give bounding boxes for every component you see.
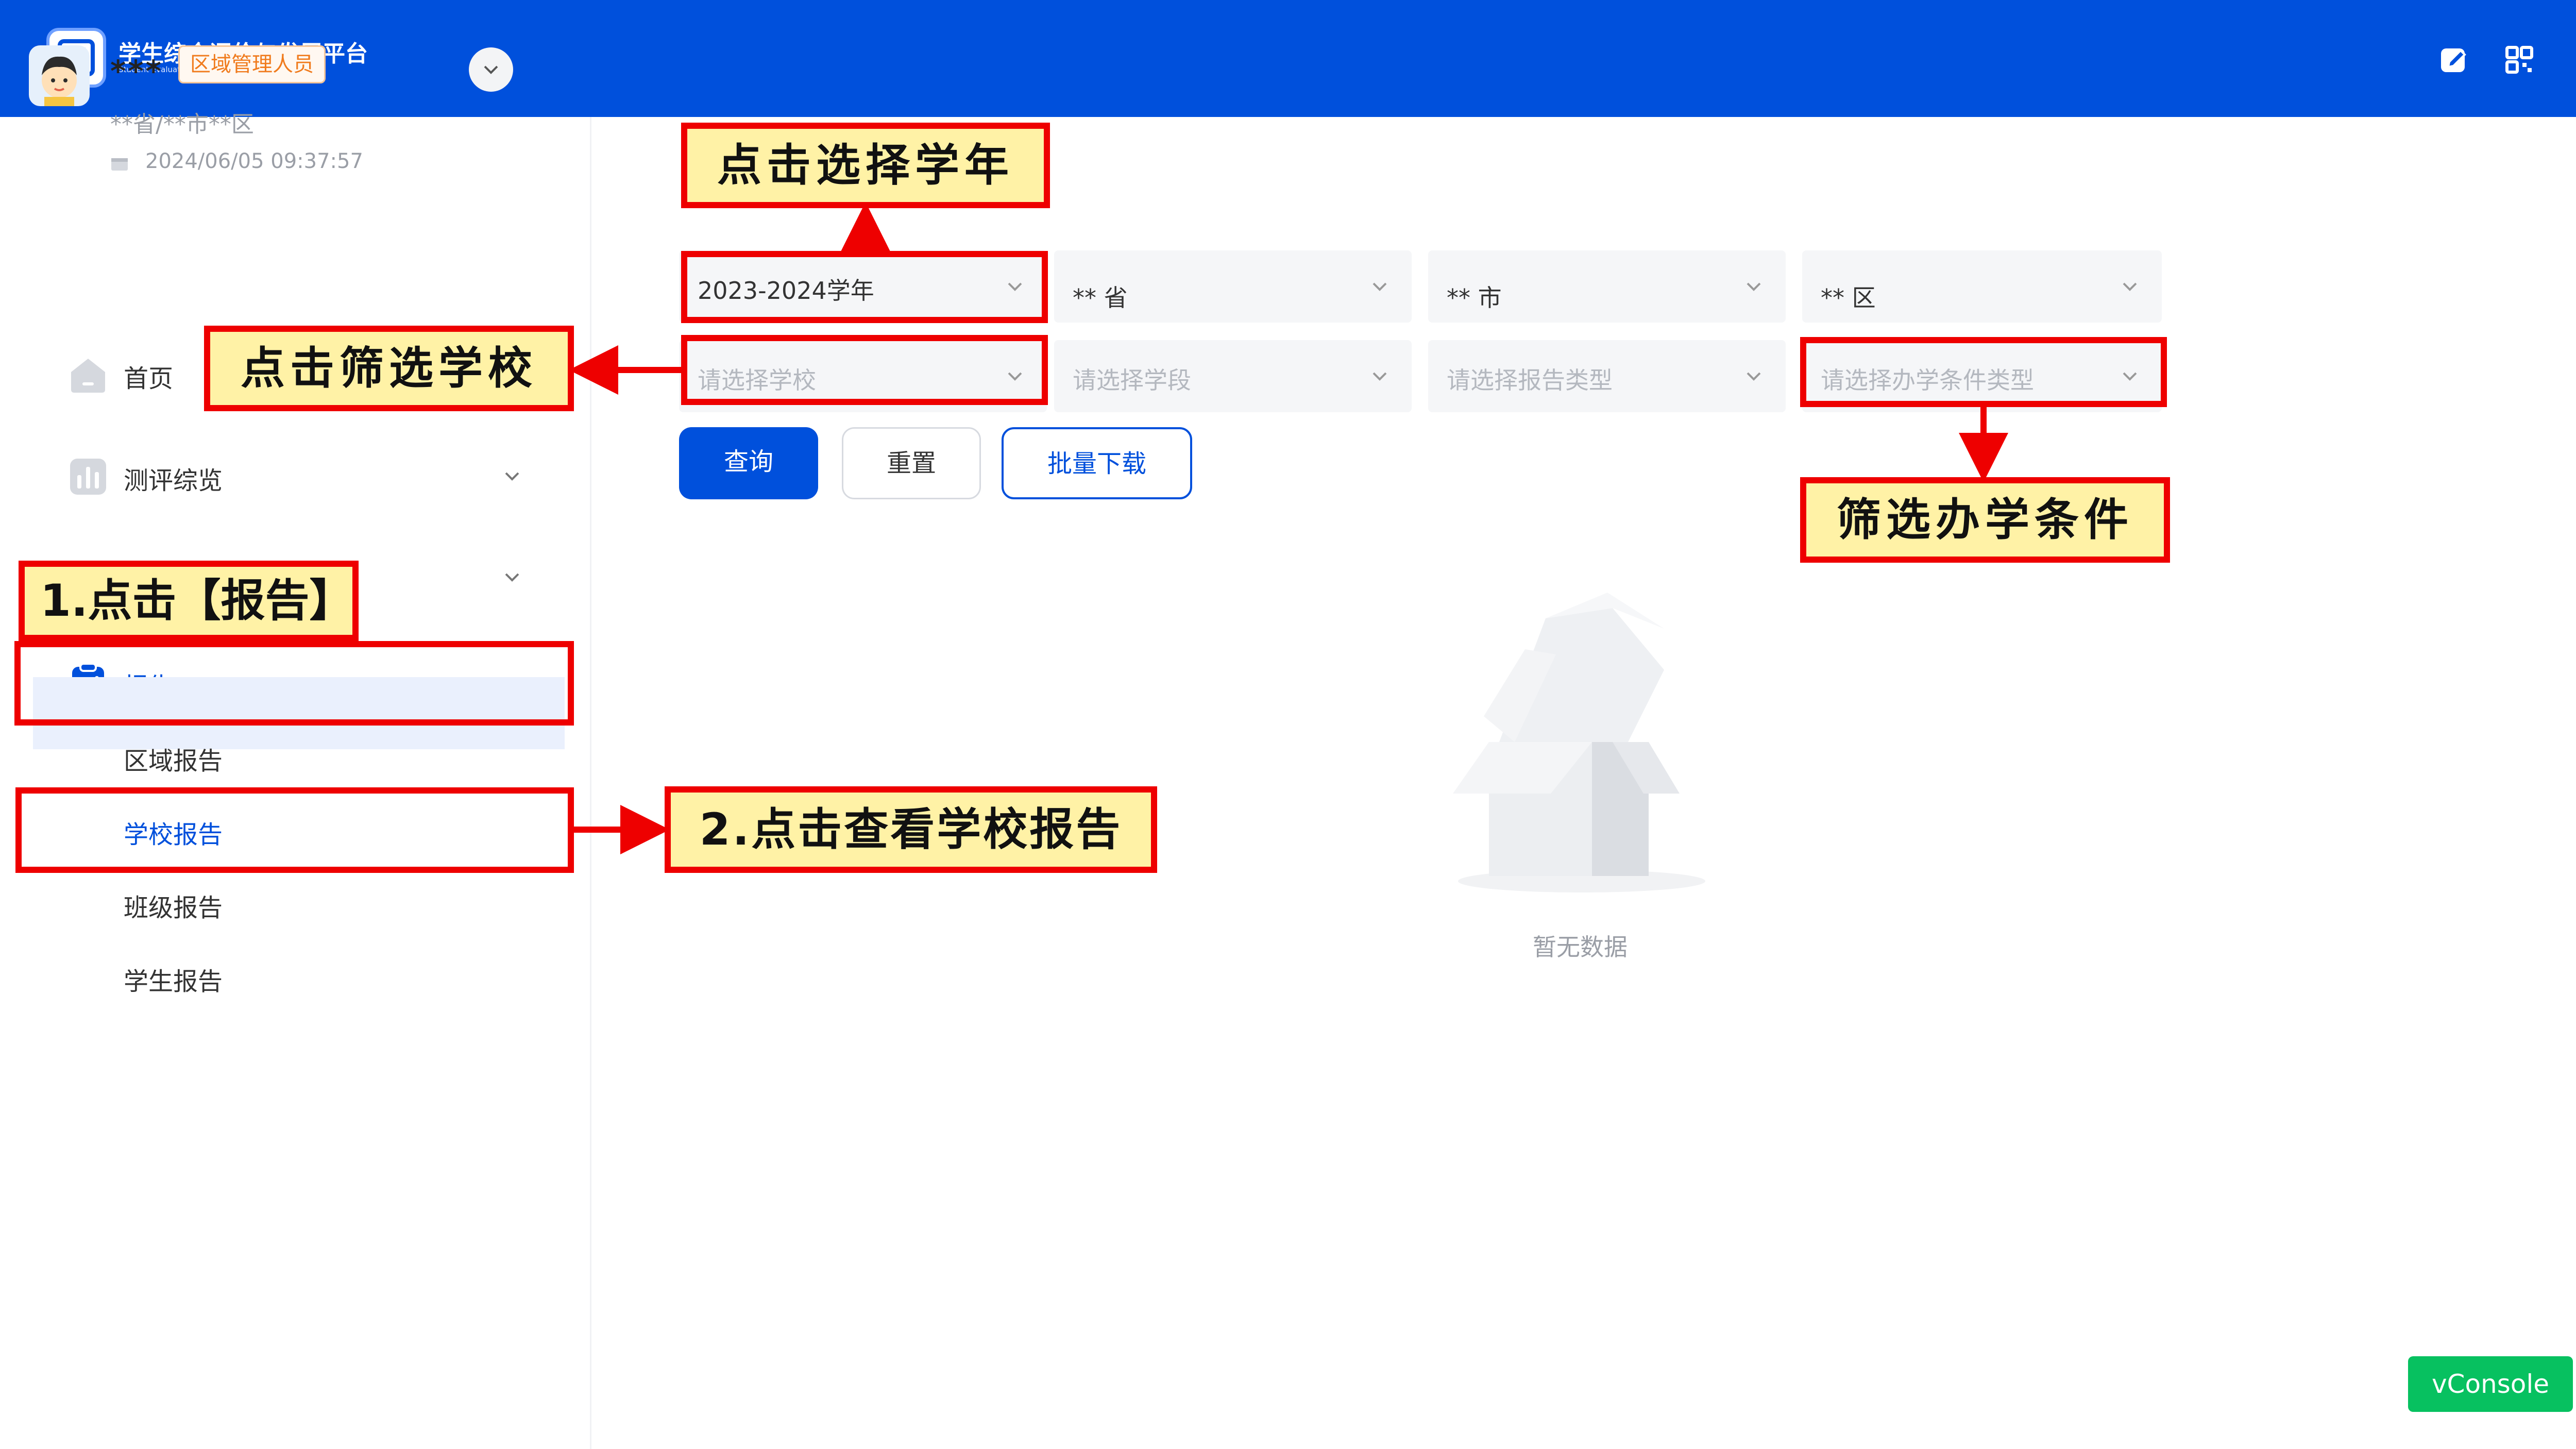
vconsole-button[interactable]: vConsole bbox=[2408, 1356, 2573, 1412]
annotation-arrows bbox=[569, 202, 2008, 854]
